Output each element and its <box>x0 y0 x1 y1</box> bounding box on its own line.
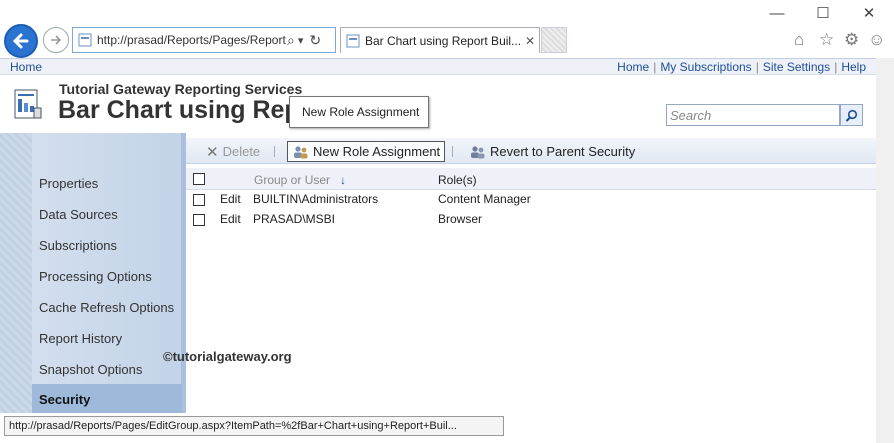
sidebar-item-processing-options[interactable]: Processing Options <box>32 261 182 291</box>
sort-arrow-icon[interactable]: ↓ <box>340 173 346 187</box>
role-name: Browser <box>438 212 483 226</box>
link-separator: | <box>755 60 759 74</box>
group-name: PRASAD\MSBI <box>253 212 336 226</box>
search-icon[interactable]: ⌕ <box>287 32 295 49</box>
sidebar-item-report-history[interactable]: Report History <box>32 323 182 353</box>
address-bar[interactable]: http://prasad/Reports/Pages/Report ⌕ ▾ ↻ <box>72 27 336 53</box>
tooltip: New Role Assignment <box>289 96 429 128</box>
home-icon[interactable]: ⌂ <box>794 30 804 50</box>
favorites-star-icon[interactable]: ☆ <box>819 30 834 50</box>
page-icon <box>78 33 92 47</box>
feedback-icon[interactable]: ☺ <box>868 30 885 50</box>
address-url: http://prasad/Reports/Pages/Report <box>97 33 286 47</box>
browser-tab[interactable]: Bar Chart using Report Buil... ✕ <box>340 27 540 53</box>
revert-users-icon <box>471 145 485 158</box>
new-role-assignment-button[interactable]: New Role Assignment <box>287 141 446 162</box>
watermark: ©tutorialgateway.org <box>163 349 292 364</box>
forward-button[interactable] <box>43 27 69 53</box>
page-icon <box>346 34 360 47</box>
new-tab-button[interactable] <box>541 27 567 53</box>
help-link[interactable]: Help <box>841 60 866 74</box>
revert-label: Revert to Parent Security <box>490 144 636 159</box>
group-name: BUILTIN\Administrators <box>253 192 379 206</box>
settings-gear-icon[interactable]: ⚙ <box>844 30 859 50</box>
page-title: Bar Chart using Report Builder <box>58 96 290 124</box>
status-bar: http://prasad/Reports/Pages/EditGroup.as… <box>4 416 504 436</box>
home-link-right[interactable]: Home <box>617 60 649 74</box>
delete-x-icon: ✕ <box>206 143 219 161</box>
tab-close-icon[interactable]: ✕ <box>525 34 535 48</box>
site-settings-link[interactable]: Site Settings <box>763 60 830 74</box>
sidebar-item-properties[interactable]: Properties <box>32 168 182 198</box>
tab-title: Bar Chart using Report Buil... <box>365 33 522 48</box>
site-title: Tutorial Gateway Reporting Services <box>59 81 303 97</box>
toolbar-separator <box>274 146 275 157</box>
back-button[interactable] <box>4 24 38 58</box>
row-checkbox[interactable] <box>193 194 205 206</box>
select-all-checkbox[interactable] <box>193 173 205 185</box>
sidebar-item-snapshot-options[interactable]: Snapshot Options <box>32 354 182 384</box>
edit-link[interactable]: Edit <box>220 192 241 206</box>
sidebar-item-cache-refresh-options[interactable]: Cache Refresh Options <box>32 292 182 322</box>
maximize-button[interactable]: ☐ <box>808 4 838 24</box>
search-input[interactable]: Search <box>666 104 840 126</box>
row-checkbox[interactable] <box>193 214 205 226</box>
link-separator: | <box>653 60 657 74</box>
role-name: Content Manager <box>438 192 531 206</box>
toolbar-separator <box>452 146 453 157</box>
report-icon <box>14 89 42 119</box>
close-window-button[interactable]: ✕ <box>854 4 884 24</box>
edit-link[interactable]: Edit <box>220 212 241 226</box>
arrow-left-icon <box>12 33 29 49</box>
column-header-group[interactable]: Group or User <box>254 173 330 187</box>
arrow-right-icon <box>51 35 62 45</box>
dropdown-icon[interactable]: ▾ <box>298 34 304 47</box>
users-icon <box>294 145 308 158</box>
delete-button[interactable]: ✕ Delete <box>206 141 260 162</box>
search-button[interactable] <box>840 104 863 126</box>
top-navigation: Home Home | My Subscriptions | Site Settings… <box>0 58 876 75</box>
page-header: Tutorial Gateway Reporting Services Bar … <box>0 76 876 133</box>
home-link[interactable]: Home <box>10 60 42 74</box>
sidebar-item-subscriptions[interactable]: Subscriptions <box>32 230 182 260</box>
toolbar: ✕ Delete New Role Assignment Revert to P… <box>186 138 876 164</box>
scrollbar[interactable] <box>876 58 894 443</box>
my-subscriptions-link[interactable]: My Subscriptions <box>660 60 751 74</box>
search-icon <box>845 109 858 122</box>
revert-to-parent-security-button[interactable]: Revert to Parent Security <box>469 141 635 162</box>
minimize-button[interactable]: — <box>762 4 792 24</box>
browser-chrome: — ☐ ✕ http://prasad/Reports/Pages/Report… <box>0 0 894 58</box>
delete-label: Delete <box>222 144 261 159</box>
column-header-roles: Role(s) <box>438 173 477 187</box>
link-separator: | <box>834 60 838 74</box>
sidebar-item-security[interactable]: Security <box>32 384 182 414</box>
table-header: Group or User ↓ Role(s) <box>186 168 876 190</box>
sidebar-pattern <box>0 133 32 413</box>
new-role-label: New Role Assignment <box>313 144 441 159</box>
sidebar-item-data-sources[interactable]: Data Sources <box>32 199 182 229</box>
top-links: Home | My Subscriptions | Site Settings | Help <box>617 60 866 74</box>
refresh-icon[interactable]: ↻ <box>309 32 321 49</box>
